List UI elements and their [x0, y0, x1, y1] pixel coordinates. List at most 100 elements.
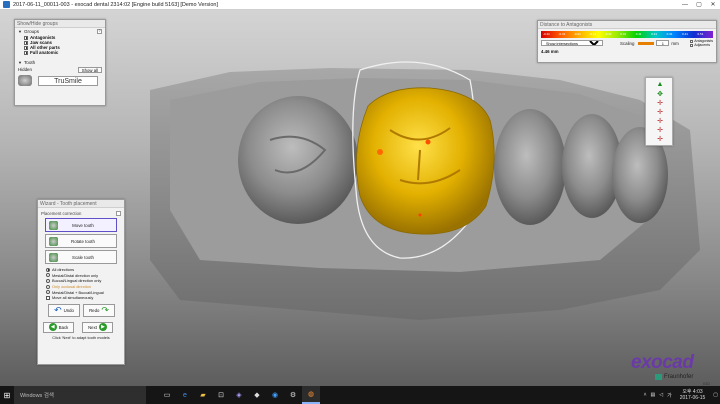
view-front-icon[interactable]: ✛ [654, 98, 666, 107]
groups-panel-title: Show/Hide groups [15, 20, 105, 28]
group-label: Full anatomic [30, 50, 59, 55]
next-button[interactable]: Next ▶ [82, 321, 113, 333]
task-view-icon[interactable]: ▭ [158, 386, 176, 404]
group-checkbox[interactable] [24, 35, 28, 40]
windows-start-icon[interactable]: ⊞ [0, 386, 14, 404]
scale-tooth-button[interactable]: Scale tooth [45, 250, 117, 264]
view-up-icon[interactable]: ▲ [654, 80, 666, 89]
redo-arrow-icon: ↷ [101, 304, 109, 315]
view-all-directions-icon[interactable]: ✥ [654, 89, 666, 98]
groups-section-header[interactable]: ▼ Groups ? [15, 28, 105, 35]
view-navigation-panel: ▲ ✥ ✛ ✛ ✛ ✛ ✛ [645, 77, 673, 146]
redo-button[interactable]: Redo ↷ [83, 303, 115, 317]
back-button[interactable]: ◀ Back [43, 321, 74, 333]
move-all-checkbox-row[interactable]: Move all simultaneously [46, 295, 124, 301]
edge-icon[interactable]: e [176, 386, 194, 404]
view-bottom-icon[interactable]: ✛ [654, 134, 666, 143]
distance-value: 4.46 mm [541, 48, 559, 54]
scale-tick-label: 0.31 [666, 32, 673, 36]
app-icon-2[interactable]: ◆ [248, 386, 266, 404]
antagonist-options-row: Show intersections Scaling 1 mm Antagoni… [541, 39, 713, 47]
system-tray: ˄ ▤ ◁ 가 오후 4:03 2017-06-15 ▢ [642, 389, 720, 401]
tooth-icon[interactable] [18, 75, 32, 86]
notification-icon[interactable]: ▢ [713, 392, 718, 398]
clock-date: 2017-06-15 [679, 395, 706, 401]
contact-point-3 [418, 213, 422, 217]
move-tooth-button[interactable]: Move tooth [45, 218, 117, 232]
group-checkbox[interactable] [24, 40, 28, 45]
undo-button[interactable]: ↶ Undo [48, 303, 80, 317]
contact-point-2 [425, 139, 431, 145]
view-right-icon[interactable]: ✛ [654, 116, 666, 125]
exocad-taskbar-icon[interactable]: ◍ [302, 386, 320, 404]
scale-tick-label: 0.21 [651, 32, 658, 36]
rotate-tooth-button[interactable]: Rotate tooth [45, 234, 117, 248]
move-all-label: Move all simultaneously [52, 295, 94, 301]
radio-label: Buccal/Lingual direction only [52, 278, 102, 284]
group-checkbox[interactable] [24, 45, 28, 50]
taskbar-clock[interactable]: 오후 4:03 2017-06-15 [678, 389, 708, 401]
scale-tick-label: 0.51 [697, 32, 704, 36]
distance-to-antagonists-panel: Distance to Antagonists -0.41 -0.31 -0.21-… [537, 20, 717, 63]
scaling-input[interactable]: 1 [656, 40, 670, 46]
adjacents-checkbox[interactable] [690, 43, 694, 47]
scale-tooth-icon [49, 252, 58, 262]
close-button[interactable]: ✕ [706, 0, 720, 9]
exocad-wordmark: exocad [631, 352, 694, 373]
minimize-button[interactable]: — [678, 0, 692, 9]
window-title: 2017-06-11_00011-003 - exocad dental 231… [13, 1, 218, 8]
show-all-button[interactable]: Show all [77, 66, 102, 73]
window-titlebar: 2017-06-11_00011-003 - exocad dental 231… [0, 0, 720, 10]
exocad-logo: exocad Fraunhofer IGD [631, 352, 717, 386]
tooth-section-header[interactable]: ▼ Tooth [15, 59, 105, 66]
file-explorer-icon[interactable]: ▰ [194, 386, 212, 404]
volume-icon[interactable]: ◁ [659, 392, 663, 398]
trusmile-row: TruSmile [15, 73, 105, 88]
3d-viewport[interactable]: Show/Hide groups ▼ Groups ? Antagonists … [0, 10, 720, 386]
back-arrow-icon: ◀ [48, 323, 57, 332]
view-left-icon[interactable]: ✛ [654, 107, 666, 116]
app-icon-1[interactable]: ◈ [230, 386, 248, 404]
adjacents-checkbox-row[interactable]: Adjacents [690, 43, 713, 47]
radio-button[interactable] [46, 278, 50, 283]
radio-button[interactable] [46, 273, 50, 278]
group-checkbox[interactable] [24, 50, 28, 55]
adjacents-label: Adjacents [694, 43, 711, 47]
fraunhofer-icon [655, 374, 662, 380]
app-icon-3[interactable]: ◉ [266, 386, 284, 404]
collapse-triangle-icon[interactable]: ▼ [18, 29, 22, 34]
scaling-label: Scaling [620, 40, 635, 46]
taskbar-search[interactable]: Windows 검색 [14, 386, 146, 404]
placement-correction-label: Placement correction [41, 211, 82, 216]
display-mode-select[interactable]: Show intersections [541, 40, 603, 46]
scale-tick-label: 0.11 [635, 32, 642, 36]
wizard-title: Wizard - Tooth placement [38, 200, 124, 208]
network-icon[interactable]: ▤ [650, 392, 655, 398]
wizard-minimize-icon[interactable] [116, 211, 121, 216]
undo-arrow-icon: ↶ [54, 304, 62, 315]
groups-header-label: Groups [23, 29, 40, 34]
radio-button[interactable] [46, 290, 50, 295]
hidden-row: Hidden Show all [15, 66, 105, 73]
exocad-app-icon [3, 1, 10, 8]
move-all-checkbox[interactable] [46, 295, 50, 300]
help-icon[interactable]: ? [97, 29, 102, 34]
scaling-color-swatch [638, 41, 655, 45]
collapse-triangle-icon[interactable]: ▼ [18, 60, 22, 65]
radio-label: All directions [52, 267, 75, 273]
trusmile-button[interactable]: TruSmile [38, 75, 98, 86]
scale-tick-label: -0.41 [543, 32, 550, 36]
chevron-up-icon[interactable]: ˄ [644, 392, 647, 398]
crown-tooth [356, 87, 495, 235]
view-back-icon[interactable]: ✛ [654, 125, 666, 134]
group-row-full-anatomic[interactable]: Full anatomic [15, 50, 105, 55]
store-icon[interactable]: ⊡ [212, 386, 230, 404]
scale-tick-label: -0.31 [558, 32, 566, 36]
maximize-button[interactable]: ▢ [692, 0, 706, 9]
taskbar-apps: ▭ e ▰ ⊡ ◈ ◆ ◉ ⚙ ◍ [158, 386, 320, 404]
show-hide-groups-panel: Show/Hide groups ▼ Groups ? Antagonists … [14, 19, 106, 106]
radio-label: Only occlusal direction [52, 284, 91, 290]
radio-button[interactable] [46, 267, 50, 272]
ime-icon[interactable]: 가 [667, 392, 672, 399]
app-icon-4[interactable]: ⚙ [284, 386, 302, 404]
